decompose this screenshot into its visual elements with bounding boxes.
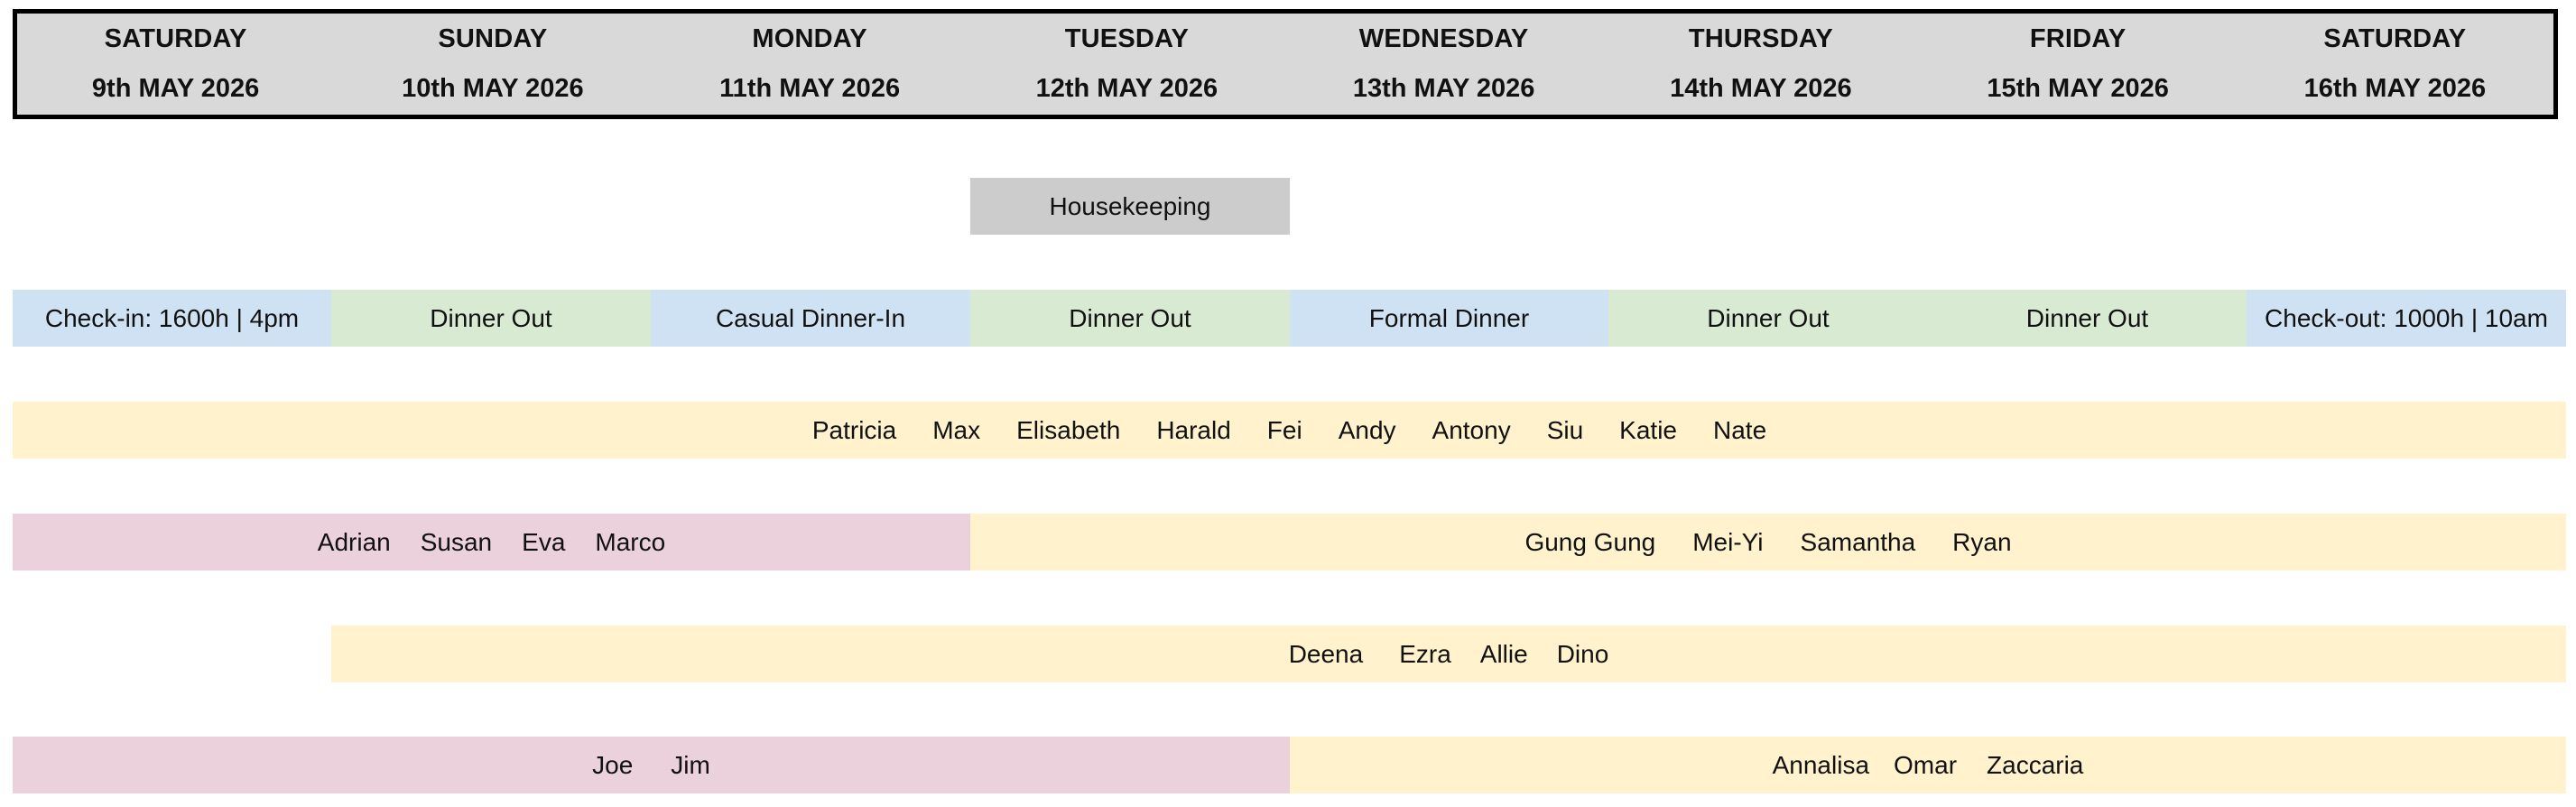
guest-name: Gung Gung bbox=[1524, 527, 1656, 556]
guest-name: Nate bbox=[1713, 415, 1767, 444]
guest-name: Katie bbox=[1619, 415, 1677, 444]
event-dinner-out[interactable]: Dinner Out bbox=[1928, 290, 2247, 347]
event-dinner-out[interactable]: Dinner Out bbox=[331, 290, 651, 347]
event-label: Check-in: 1600h | 4pm bbox=[44, 303, 300, 332]
event-label: Dinner Out bbox=[430, 303, 552, 332]
guest-group-bar[interactable]: Deena Ezra Allie Dino bbox=[331, 626, 2566, 682]
event-casual-dinner-in[interactable]: Casual Dinner-In bbox=[651, 290, 970, 347]
guest-names: Patricia Max Elisabeth Harald Fei Andy A… bbox=[812, 416, 1766, 445]
guest-name: Elisabeth bbox=[1016, 415, 1121, 444]
guest-name: Jim bbox=[671, 750, 710, 779]
day-date: 11th MAY 2026 bbox=[719, 74, 901, 103]
day-column-sat-16: SATURDAY 16th MAY 2026 bbox=[2237, 14, 2553, 115]
event-label: Formal Dinner bbox=[1368, 303, 1530, 332]
housekeeping-label: Housekeeping bbox=[1049, 191, 1211, 220]
guest-names: Joe Jim bbox=[592, 751, 710, 780]
event-label: Dinner Out bbox=[2025, 303, 2149, 332]
day-date: 12th MAY 2026 bbox=[1035, 74, 1219, 103]
event-formal-dinner[interactable]: Formal Dinner bbox=[1290, 290, 1608, 347]
event-label: Dinner Out bbox=[1707, 303, 1830, 332]
day-date: 15th MAY 2026 bbox=[1987, 74, 2169, 103]
guest-group-bar[interactable]: Joe Jim bbox=[13, 737, 1290, 793]
day-column-thu-14: THURSDAY 14th MAY 2026 bbox=[1602, 14, 1919, 115]
calendar-header: SATURDAY 9th MAY 2026 SUNDAY 10th MAY 20… bbox=[13, 9, 2558, 119]
guest-name: Siu bbox=[1546, 415, 1584, 444]
guest-names: Deena Ezra Allie Dino bbox=[1289, 640, 1609, 669]
day-name: SATURDAY bbox=[2323, 24, 2467, 53]
guest-group-bar[interactable]: Gung Gung Mei-Yi Samantha Ryan bbox=[970, 514, 2566, 570]
day-name: TUESDAY bbox=[1064, 24, 1190, 53]
event-check-in[interactable]: Check-in: 1600h | 4pm bbox=[13, 290, 331, 347]
guest-group-bar[interactable]: Patricia Max Elisabeth Harald Fei Andy A… bbox=[13, 402, 2566, 459]
day-date: 16th MAY 2026 bbox=[2303, 74, 2487, 103]
guest-name: Adrian bbox=[317, 527, 391, 556]
guest-group-bar[interactable]: Annalisa Omar Zaccaria bbox=[1290, 737, 2566, 793]
guest-name: Susan bbox=[420, 527, 493, 556]
guest-name: Mei-Yi bbox=[1692, 527, 1764, 556]
guest-name: Fei bbox=[1266, 415, 1302, 444]
guest-name: Annalisa bbox=[1772, 750, 1870, 779]
event-label: Casual Dinner-In bbox=[715, 303, 906, 332]
day-date: 13th MAY 2026 bbox=[1352, 74, 1535, 103]
guest-name: Ryan bbox=[1952, 527, 2012, 556]
guest-group-bar[interactable]: Adrian Susan Eva Marco bbox=[13, 514, 970, 570]
event-label: Dinner Out bbox=[1069, 303, 1191, 332]
day-date: 14th MAY 2026 bbox=[1670, 74, 1852, 103]
day-column-mon-11: MONDAY 11th MAY 2026 bbox=[652, 14, 968, 115]
guest-name: Dino bbox=[1556, 639, 1609, 668]
guest-name: Zaccaria bbox=[1987, 750, 2084, 779]
day-name: MONDAY bbox=[752, 24, 867, 53]
guest-name: Samantha bbox=[1800, 527, 1916, 556]
event-label: Check-out: 1000h | 10am bbox=[2265, 303, 2548, 332]
guest-name: Eva bbox=[522, 527, 566, 556]
guest-name: Antony bbox=[1432, 415, 1511, 444]
day-column-sat-9: SATURDAY 9th MAY 2026 bbox=[17, 14, 334, 115]
guest-name: Allie bbox=[1479, 639, 1528, 668]
day-name: THURSDAY bbox=[1688, 24, 1833, 53]
event-check-out[interactable]: Check-out: 1000h | 10am bbox=[2247, 290, 2566, 347]
day-date: 10th MAY 2026 bbox=[402, 74, 584, 103]
guest-name: Max bbox=[932, 415, 981, 444]
guest-name: Patricia bbox=[811, 415, 897, 444]
guest-name: Omar bbox=[1894, 750, 1958, 779]
guest-names: Gung Gung Mei-Yi Samantha Ryan bbox=[1524, 528, 2011, 557]
guest-name: Joe bbox=[592, 750, 634, 779]
guest-name: Ezra bbox=[1399, 639, 1451, 668]
guest-names: Adrian Susan Eva Marco bbox=[318, 528, 665, 557]
guest-name: Andy bbox=[1338, 415, 1396, 444]
day-column-wed-13: WEDNESDAY 13th MAY 2026 bbox=[1285, 14, 1602, 115]
guest-names: Annalisa Omar Zaccaria bbox=[1773, 751, 2084, 780]
day-column-sun-10: SUNDAY 10th MAY 2026 bbox=[334, 14, 651, 115]
day-date: 9th MAY 2026 bbox=[91, 74, 260, 103]
guest-name: Marco bbox=[595, 527, 666, 556]
day-column-tue-12: TUESDAY 12th MAY 2026 bbox=[968, 14, 1285, 115]
guest-name: Harald bbox=[1156, 415, 1231, 444]
guest-name: Deena bbox=[1288, 639, 1364, 668]
day-column-fri-15: FRIDAY 15th MAY 2026 bbox=[1920, 14, 2237, 115]
day-name: WEDNESDAY bbox=[1358, 24, 1529, 53]
day-name: SUNDAY bbox=[438, 24, 548, 53]
day-name: FRIDAY bbox=[2029, 24, 2127, 53]
day-name: SATURDAY bbox=[104, 24, 247, 53]
housekeeping-event[interactable]: Housekeeping bbox=[970, 178, 1290, 235]
event-dinner-out[interactable]: Dinner Out bbox=[1608, 290, 1928, 347]
event-dinner-out[interactable]: Dinner Out bbox=[970, 290, 1290, 347]
